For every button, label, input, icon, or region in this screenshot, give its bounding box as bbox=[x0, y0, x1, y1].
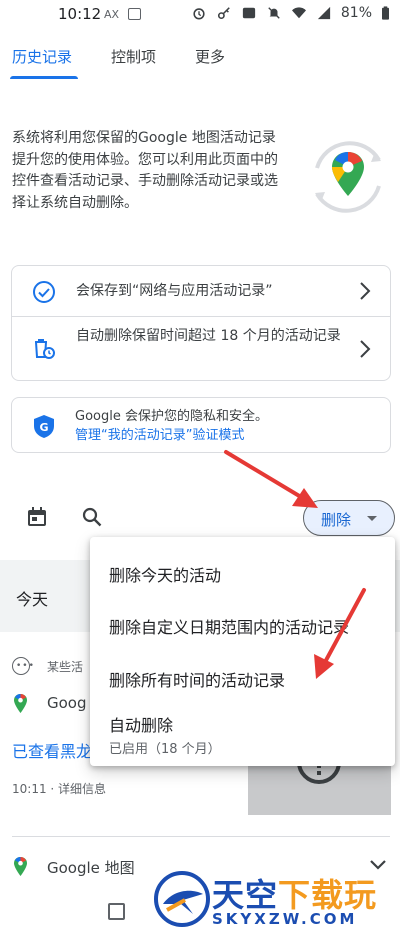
chevron-right-icon bbox=[360, 340, 371, 358]
maps-pin-icon bbox=[14, 694, 27, 713]
status-bar: 10:12 AX 81% bbox=[0, 0, 400, 32]
search-icon[interactable] bbox=[81, 506, 103, 528]
watermark-title-a: 天空 bbox=[212, 876, 279, 914]
auto-delete-setting-row[interactable]: 自动删除保留时间超过 18 个月的活动记录 bbox=[12, 317, 390, 381]
tab-history[interactable]: 历史记录 bbox=[12, 46, 72, 67]
privacy-text-block: Google 会保护您的隐私和安全。 管理“我的活动记录”验证模式 bbox=[75, 407, 268, 445]
status-time: 10:12 bbox=[58, 5, 102, 23]
wifi-icon bbox=[291, 7, 306, 19]
activity-settings-card: 会保存到“网络与应用活动记录” 自动删除保留时间超过 18 个月的活动记录 bbox=[11, 265, 391, 381]
select-checkbox[interactable] bbox=[108, 903, 125, 920]
more-horizontal-icon: ••• bbox=[12, 657, 34, 675]
delete-dropdown-button[interactable]: 删除 bbox=[303, 500, 395, 536]
menu-delete-all-time[interactable]: 删除所有时间的活动记录 bbox=[109, 667, 285, 691]
maps-group-label: Google 地图 bbox=[47, 859, 135, 877]
svg-text:G: G bbox=[39, 421, 48, 434]
maps-activity-logo-icon bbox=[315, 141, 381, 213]
key-icon bbox=[217, 7, 230, 20]
list-divider bbox=[12, 836, 390, 837]
today-label: 今天 bbox=[16, 590, 49, 609]
tab-controls[interactable]: 控制项 bbox=[111, 46, 156, 67]
check-circle-icon bbox=[33, 281, 55, 303]
arrow-to-delete-button bbox=[224, 450, 318, 508]
watermark-domain: SKYXZW.COM bbox=[212, 910, 358, 928]
status-right: 81% bbox=[191, 5, 390, 21]
menu-delete-today[interactable]: 删除今天的活动 bbox=[109, 562, 221, 586]
tab-more[interactable]: 更多 bbox=[195, 46, 225, 67]
delete-options-menu: 删除今天的活动 删除自定义日期范围内的活动记录 删除所有时间的活动记录 自动删除… bbox=[90, 537, 395, 766]
saving-setting-row[interactable]: 会保存到“网络与应用活动记录” bbox=[12, 266, 390, 317]
auto-delete-status: 已启用（18 个月） bbox=[109, 742, 221, 757]
manage-verification-link[interactable]: 管理“我的活动记录”验证模式 bbox=[75, 426, 268, 445]
watermark-title-b: 下载玩 bbox=[278, 876, 378, 914]
saving-setting-label: 会保存到“网络与应用活动记录” bbox=[76, 283, 273, 299]
caret-down-icon bbox=[367, 516, 377, 521]
activity-source-label: 某些活 bbox=[47, 660, 84, 674]
google-shield-icon: G bbox=[34, 415, 54, 438]
battery-level: 81% bbox=[340, 5, 372, 21]
watermark-logo-icon bbox=[154, 871, 210, 927]
activity-time-detail[interactable]: 10:11 · 详细信息 bbox=[12, 780, 106, 797]
gallery-notification-icon bbox=[128, 8, 141, 20]
mute-icon bbox=[268, 7, 280, 19]
viewed-item-link[interactable]: 已查看黑龙 bbox=[12, 738, 92, 762]
signal-icon bbox=[317, 6, 330, 20]
calendar-icon[interactable] bbox=[26, 506, 48, 528]
delete-button-label: 删除 bbox=[321, 511, 352, 529]
privacy-card: G Google 会保护您的隐私和安全。 管理“我的活动记录”验证模式 bbox=[11, 397, 391, 453]
privacy-statement: Google 会保护您的隐私和安全。 bbox=[75, 409, 268, 424]
activity-app-label: Goog bbox=[47, 694, 87, 712]
volte-icon bbox=[242, 7, 255, 19]
site-watermark: 天空下载玩 SKYXZW.COM bbox=[150, 866, 400, 929]
menu-auto-delete[interactable]: 自动删除 bbox=[109, 712, 173, 736]
intro-text: 系统将利用您保留的Google 地图活动记录提升您的使用体验。您可以利用此页面中… bbox=[12, 130, 278, 211]
auto-delete-setting-label: 自动删除保留时间超过 18 个月的活动记录 bbox=[76, 328, 341, 344]
tab-bar: 历史记录 控制项 更多 bbox=[0, 40, 400, 80]
chevron-right-icon bbox=[360, 282, 371, 300]
battery-icon bbox=[382, 6, 389, 20]
auto-delete-icon bbox=[35, 339, 55, 359]
status-ax-label: AX bbox=[104, 8, 120, 21]
tab-indicator bbox=[10, 76, 78, 79]
menu-delete-custom-range[interactable]: 删除自定义日期范围内的活动记录 bbox=[109, 614, 349, 638]
alarm-icon bbox=[193, 8, 205, 20]
maps-pin-icon bbox=[14, 857, 27, 876]
